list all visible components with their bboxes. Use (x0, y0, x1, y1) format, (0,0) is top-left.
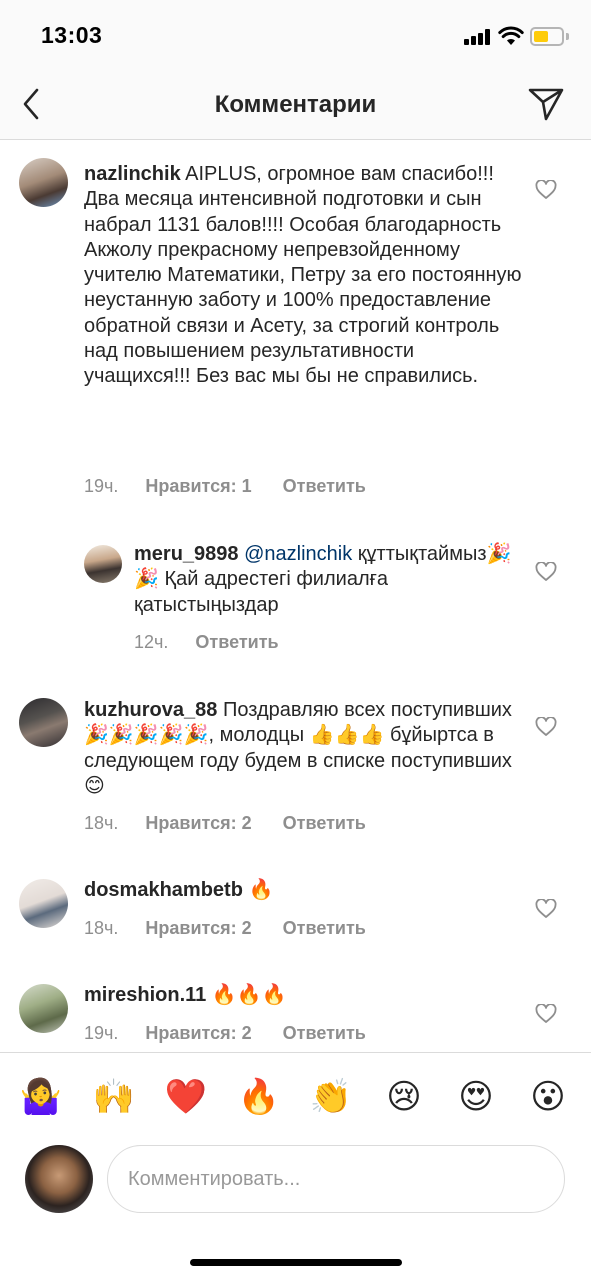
reply-button[interactable]: Ответить (283, 476, 366, 496)
comment-meta: 18ч. Нравится: 2 Ответить (84, 813, 366, 834)
avatar[interactable] (19, 698, 68, 747)
comment-likes[interactable]: Нравится: 2 (145, 813, 251, 833)
heart-icon[interactable] (535, 562, 557, 582)
comment-username[interactable]: mireshion.11 (84, 984, 206, 1006)
emoji-raised-hands-button[interactable]: 🙌 (92, 1077, 136, 1117)
comment-text: dosmakhambetb 🔥 (84, 878, 524, 903)
emoji-fire-button[interactable]: 🔥 (237, 1077, 281, 1117)
heart-icon[interactable] (535, 717, 557, 737)
avatar[interactable] (19, 158, 68, 207)
emoji-heart-button[interactable]: ❤️ (164, 1077, 208, 1117)
battery-cap (566, 33, 569, 40)
page-title: Комментарии (214, 91, 377, 118)
comment-username[interactable]: meru_9898 (134, 543, 239, 565)
comment-item: dosmakhambetb 🔥 18ч. Нравится: 2 Ответит… (0, 861, 591, 961)
emoji-bar: 🤷‍♀️ 🙌 ❤️ 🔥 👏 😢 😍 😮 (0, 1052, 591, 1144)
heart-icon[interactable] (535, 180, 557, 200)
comment-mention[interactable]: @nazlinchik (244, 543, 352, 565)
home-indicator (190, 1259, 402, 1266)
emoji-crying-button[interactable]: 😢 (382, 1077, 426, 1117)
comment-likes[interactable]: Нравится: 2 (145, 918, 251, 938)
heart-icon[interactable] (535, 1004, 557, 1024)
avatar[interactable] (19, 984, 68, 1033)
battery-icon (530, 27, 564, 46)
comment-content: AIPLUS, огромное вам спасибо!!! Два меся… (84, 163, 522, 388)
comment-time: 12ч. (134, 632, 169, 652)
comment-content: 🔥🔥🔥 (211, 984, 287, 1006)
comment-username[interactable]: kuzhurova_88 (84, 699, 217, 721)
comment-likes[interactable]: Нравится: 1 (145, 476, 251, 496)
comment-username[interactable]: dosmakhambetb (84, 879, 243, 901)
comment-item: nazlinchik AIPLUS, огромное вам спасибо!… (0, 141, 591, 511)
emoji-heart-eyes-button[interactable]: 😍 (454, 1077, 498, 1117)
reply-button[interactable]: Ответить (283, 813, 366, 833)
emoji-clap-button[interactable]: 👏 (309, 1077, 353, 1117)
comment-meta: 12ч. Ответить (134, 632, 279, 653)
reply-button[interactable]: Ответить (283, 918, 366, 938)
comment-time: 18ч. (84, 918, 119, 938)
current-user-avatar (25, 1145, 93, 1213)
comment-username[interactable]: nazlinchik (84, 163, 181, 185)
emoji-surprised-button[interactable]: 😮 (526, 1077, 570, 1117)
comment-text: nazlinchik AIPLUS, огромное вам спасибо!… (84, 162, 524, 390)
reply-button[interactable]: Ответить (283, 1023, 366, 1043)
comment-item: mireshion.11 🔥🔥🔥 19ч. Нравится: 2 Ответи… (0, 966, 591, 1051)
avatar[interactable] (84, 545, 122, 583)
reply-button[interactable]: Ответить (195, 632, 278, 652)
wifi-icon (498, 26, 524, 45)
status-bar: 13:03 (0, 0, 591, 72)
comment-text: meru_9898 @nazlinchik құттықтаймыз🎉🎉 Қай… (134, 542, 524, 618)
comment-text: kuzhurova_88 Поздравляю всех поступивших… (84, 698, 524, 799)
comment-likes[interactable]: Нравится: 2 (145, 1023, 251, 1043)
status-time: 13:03 (41, 22, 103, 48)
cellular-signal-icon (464, 29, 490, 45)
avatar[interactable] (19, 879, 68, 928)
comment-content: 🔥 (248, 879, 274, 901)
nav-header: Комментарии (0, 72, 591, 140)
comment-time: 19ч. (84, 1023, 119, 1043)
comment-text: mireshion.11 🔥🔥🔥 (84, 983, 524, 1008)
comment-time: 19ч. (84, 476, 119, 496)
heart-icon[interactable] (535, 899, 557, 919)
comments-list[interactable]: nazlinchik AIPLUS, огромное вам спасибо!… (0, 141, 591, 1051)
emoji-shrug-button[interactable]: 🤷‍♀️ (19, 1077, 63, 1117)
comment-meta: 19ч. Нравится: 1 Ответить (84, 476, 366, 497)
comment-meta: 18ч. Нравится: 2 Ответить (84, 918, 366, 939)
comment-meta: 19ч. Нравится: 2 Ответить (84, 1023, 366, 1044)
direct-send-icon[interactable] (527, 85, 565, 123)
comment-input[interactable] (107, 1145, 565, 1213)
comment-reply-item: meru_9898 @nazlinchik құттықтаймыз🎉🎉 Қай… (0, 531, 591, 671)
comment-item: kuzhurova_88 Поздравляю всех поступивших… (0, 681, 591, 841)
comment-time: 18ч. (84, 813, 119, 833)
